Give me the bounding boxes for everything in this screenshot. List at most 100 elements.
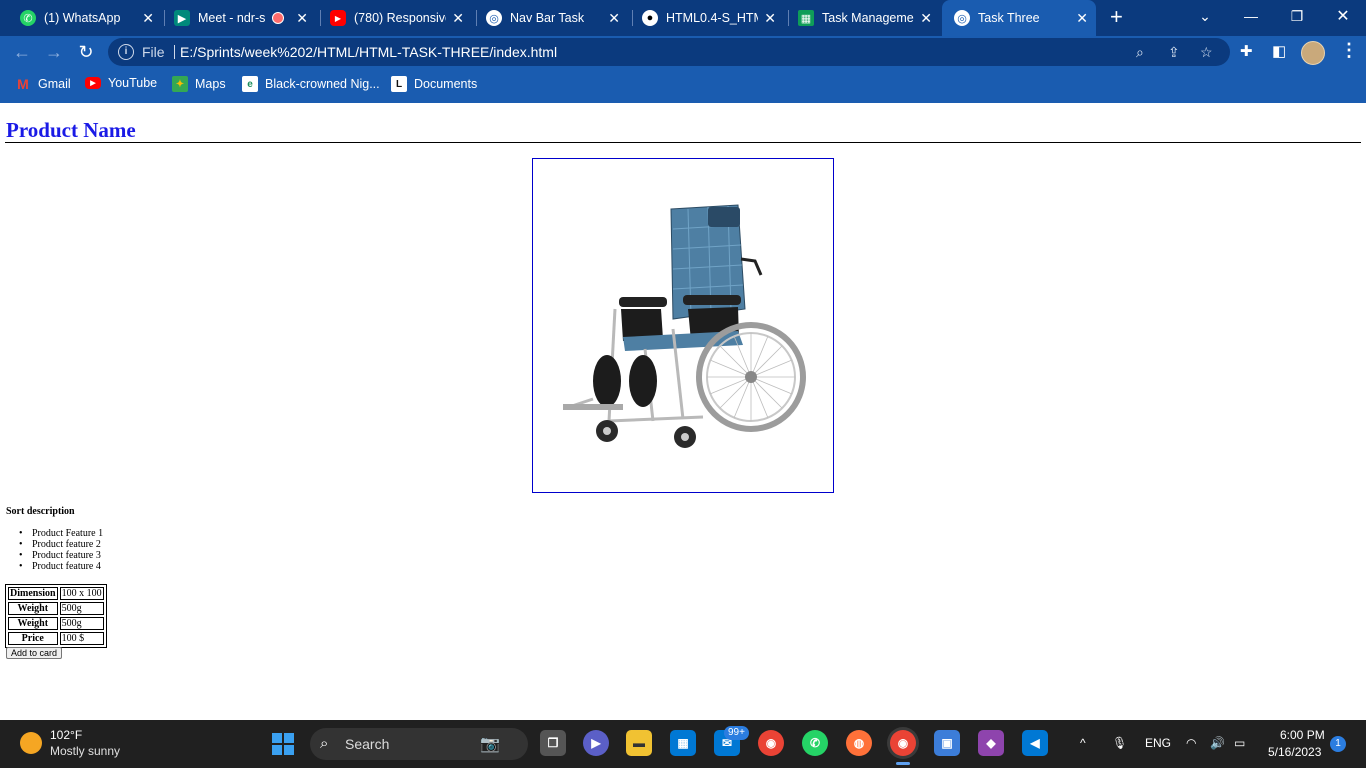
spec-key: Weight <box>8 617 58 630</box>
bookmark-documents[interactable]: L Documents <box>391 76 477 92</box>
wifi-icon[interactable]: ◠ <box>1186 736 1196 750</box>
close-icon[interactable]: ✕ <box>296 10 308 26</box>
spec-key: Weight <box>8 602 58 615</box>
tab-whatsapp[interactable]: ✆ (1) WhatsApp ✕ <box>12 4 162 32</box>
tab-title: Meet - ndr-s <box>198 11 266 25</box>
bookmark-label: Maps <box>195 77 226 91</box>
zoom-icon[interactable]: ⌕ <box>1136 44 1144 61</box>
restore-button[interactable]: ❐ <box>1274 0 1320 32</box>
reload-button[interactable]: ↻ <box>74 40 98 64</box>
close-icon[interactable]: ✕ <box>1076 10 1088 26</box>
e-icon: e <box>242 76 258 92</box>
task-view-icon[interactable]: ❐ <box>540 730 566 756</box>
close-icon[interactable]: ✕ <box>608 10 620 26</box>
feature-list: Product Feature 1 Product feature 2 Prod… <box>19 528 103 572</box>
close-icon[interactable]: ✕ <box>452 10 464 26</box>
firefox-icon[interactable]: ◍ <box>846 730 872 756</box>
bookmark-black-crowned[interactable]: e Black-crowned Nig... <box>242 76 380 92</box>
tab-title: (1) WhatsApp <box>44 11 121 25</box>
bookmark-maps[interactable]: ✦ Maps <box>172 76 226 92</box>
search-placeholder: Search <box>345 736 390 752</box>
tab-nav-bar-task[interactable]: ◎ Nav Bar Task ✕ <box>478 4 628 32</box>
github-icon: ● <box>642 10 658 26</box>
bookmark-star-icon[interactable]: ☆ <box>1200 44 1213 61</box>
weather-temp[interactable]: 102°F <box>50 728 82 742</box>
photos-icon[interactable]: ▣ <box>934 730 960 756</box>
taskbar-search[interactable]: ⌕ Search 📷 <box>310 728 528 760</box>
spec-value: 500g <box>59 602 104 615</box>
table-row: Weight 500g <box>8 617 104 630</box>
weather-sun-icon[interactable] <box>20 732 42 754</box>
tab-youtube[interactable]: ▶ (780) Responsive ✕ <box>322 4 472 32</box>
spec-value: 100 $ <box>59 632 104 645</box>
youtube-icon: ▶ <box>330 10 346 26</box>
chrome-profile-icon[interactable]: ◉ <box>890 730 916 756</box>
close-icon[interactable]: ✕ <box>920 10 932 26</box>
bookmark-youtube[interactable]: ▶ YouTube <box>85 76 157 90</box>
maps-icon: ✦ <box>172 76 188 92</box>
tab-github[interactable]: ● HTML0.4-S_HTM ✕ <box>634 4 784 32</box>
bookmark-label: Black-crowned Nig... <box>265 77 380 91</box>
weather-desc[interactable]: Mostly sunny <box>50 744 120 758</box>
volume-icon[interactable]: 🔊 <box>1210 736 1225 750</box>
list-item: Product feature 4 <box>19 561 103 572</box>
clock-date[interactable]: 5/16/2023 <box>1268 745 1321 759</box>
tab-search-chevron-icon[interactable]: ⌄ <box>1182 0 1228 32</box>
clock-time[interactable]: 6:00 PM <box>1280 728 1325 742</box>
close-icon[interactable]: ✕ <box>142 10 154 26</box>
tab-task-management[interactable]: ▦ Task Managemen ✕ <box>790 4 940 32</box>
battery-icon[interactable]: ▭ <box>1234 736 1245 750</box>
close-window-button[interactable]: ✕ <box>1320 0 1366 32</box>
mail-badge: 99+ <box>724 726 749 740</box>
chevron-up-icon[interactable]: ^ <box>1080 736 1086 750</box>
divider <box>174 45 175 59</box>
menu-icon[interactable]: ⋮ <box>1340 40 1358 61</box>
spec-table: Dimension 100 x 100 Weight 500g Weight 5… <box>5 584 107 648</box>
spec-value: 100 x 100 <box>59 587 104 600</box>
store-icon[interactable]: ▦ <box>670 730 696 756</box>
gmail-icon: M <box>17 76 29 92</box>
url-text[interactable]: E:/Sprints/week%202/HTML/HTML-TASK-THREE… <box>180 44 557 60</box>
address-bar[interactable]: i File E:/Sprints/week%202/HTML/HTML-TAS… <box>108 38 1230 66</box>
tab-meet[interactable]: ▶ Meet - ndr-s ✕ <box>166 4 316 32</box>
sheets-icon: ▦ <box>798 10 814 26</box>
browser-toolbar: ← → ↻ i File E:/Sprints/week%202/HTML/HT… <box>0 36 1366 68</box>
tab-title: Task Managemen <box>822 11 914 25</box>
close-icon[interactable]: ✕ <box>764 10 776 26</box>
add-to-card-button[interactable]: Add to card <box>6 647 63 659</box>
tab-separator <box>320 10 321 26</box>
windows-logo-icon <box>272 733 282 743</box>
list-item: Product Feature 1 <box>19 528 103 539</box>
windows-logo-icon <box>272 745 282 755</box>
globe-icon: ◎ <box>954 10 970 26</box>
teams-icon[interactable]: ▶ <box>583 730 609 756</box>
paint-icon[interactable]: ◆ <box>978 730 1004 756</box>
language-indicator[interactable]: ENG <box>1145 736 1171 750</box>
chrome-icon[interactable]: ◉ <box>758 730 784 756</box>
tab-strip: ✆ (1) WhatsApp ✕ ▶ Meet - ndr-s ✕ ▶ (780… <box>0 0 1366 36</box>
bookmark-gmail[interactable]: M Gmail <box>15 76 71 92</box>
share-icon[interactable]: ⇪ <box>1168 44 1180 61</box>
avatar[interactable] <box>1301 41 1325 65</box>
table-row: Dimension 100 x 100 <box>8 587 104 600</box>
new-tab-button[interactable]: + <box>1110 6 1123 28</box>
tab-separator <box>164 10 165 26</box>
extensions-icon[interactable]: ✚ <box>1240 42 1253 60</box>
back-button[interactable]: ← <box>10 40 34 64</box>
tab-title: (780) Responsive <box>354 11 446 25</box>
minimize-button[interactable]: — <box>1228 0 1274 32</box>
info-icon[interactable]: i <box>118 44 134 60</box>
microphone-icon[interactable]: 🎙 <box>1112 736 1127 750</box>
divider <box>5 142 1361 143</box>
vscode-icon[interactable]: ◀ <box>1022 730 1048 756</box>
file-explorer-icon[interactable]: ▬ <box>626 730 652 756</box>
side-panel-icon[interactable]: ◧ <box>1272 42 1286 60</box>
notification-badge[interactable]: 1 <box>1330 736 1346 752</box>
whatsapp-icon[interactable]: ✆ <box>802 730 828 756</box>
bookmark-label: Documents <box>414 77 478 91</box>
page-content: Product Name Sort description • Product … <box>0 103 1366 720</box>
tab-task-three[interactable]: ◎ Task Three ✕ <box>942 0 1096 36</box>
whatsapp-icon: ✆ <box>20 10 36 26</box>
start-button[interactable] <box>272 733 294 755</box>
forward-button[interactable]: → <box>42 40 66 64</box>
